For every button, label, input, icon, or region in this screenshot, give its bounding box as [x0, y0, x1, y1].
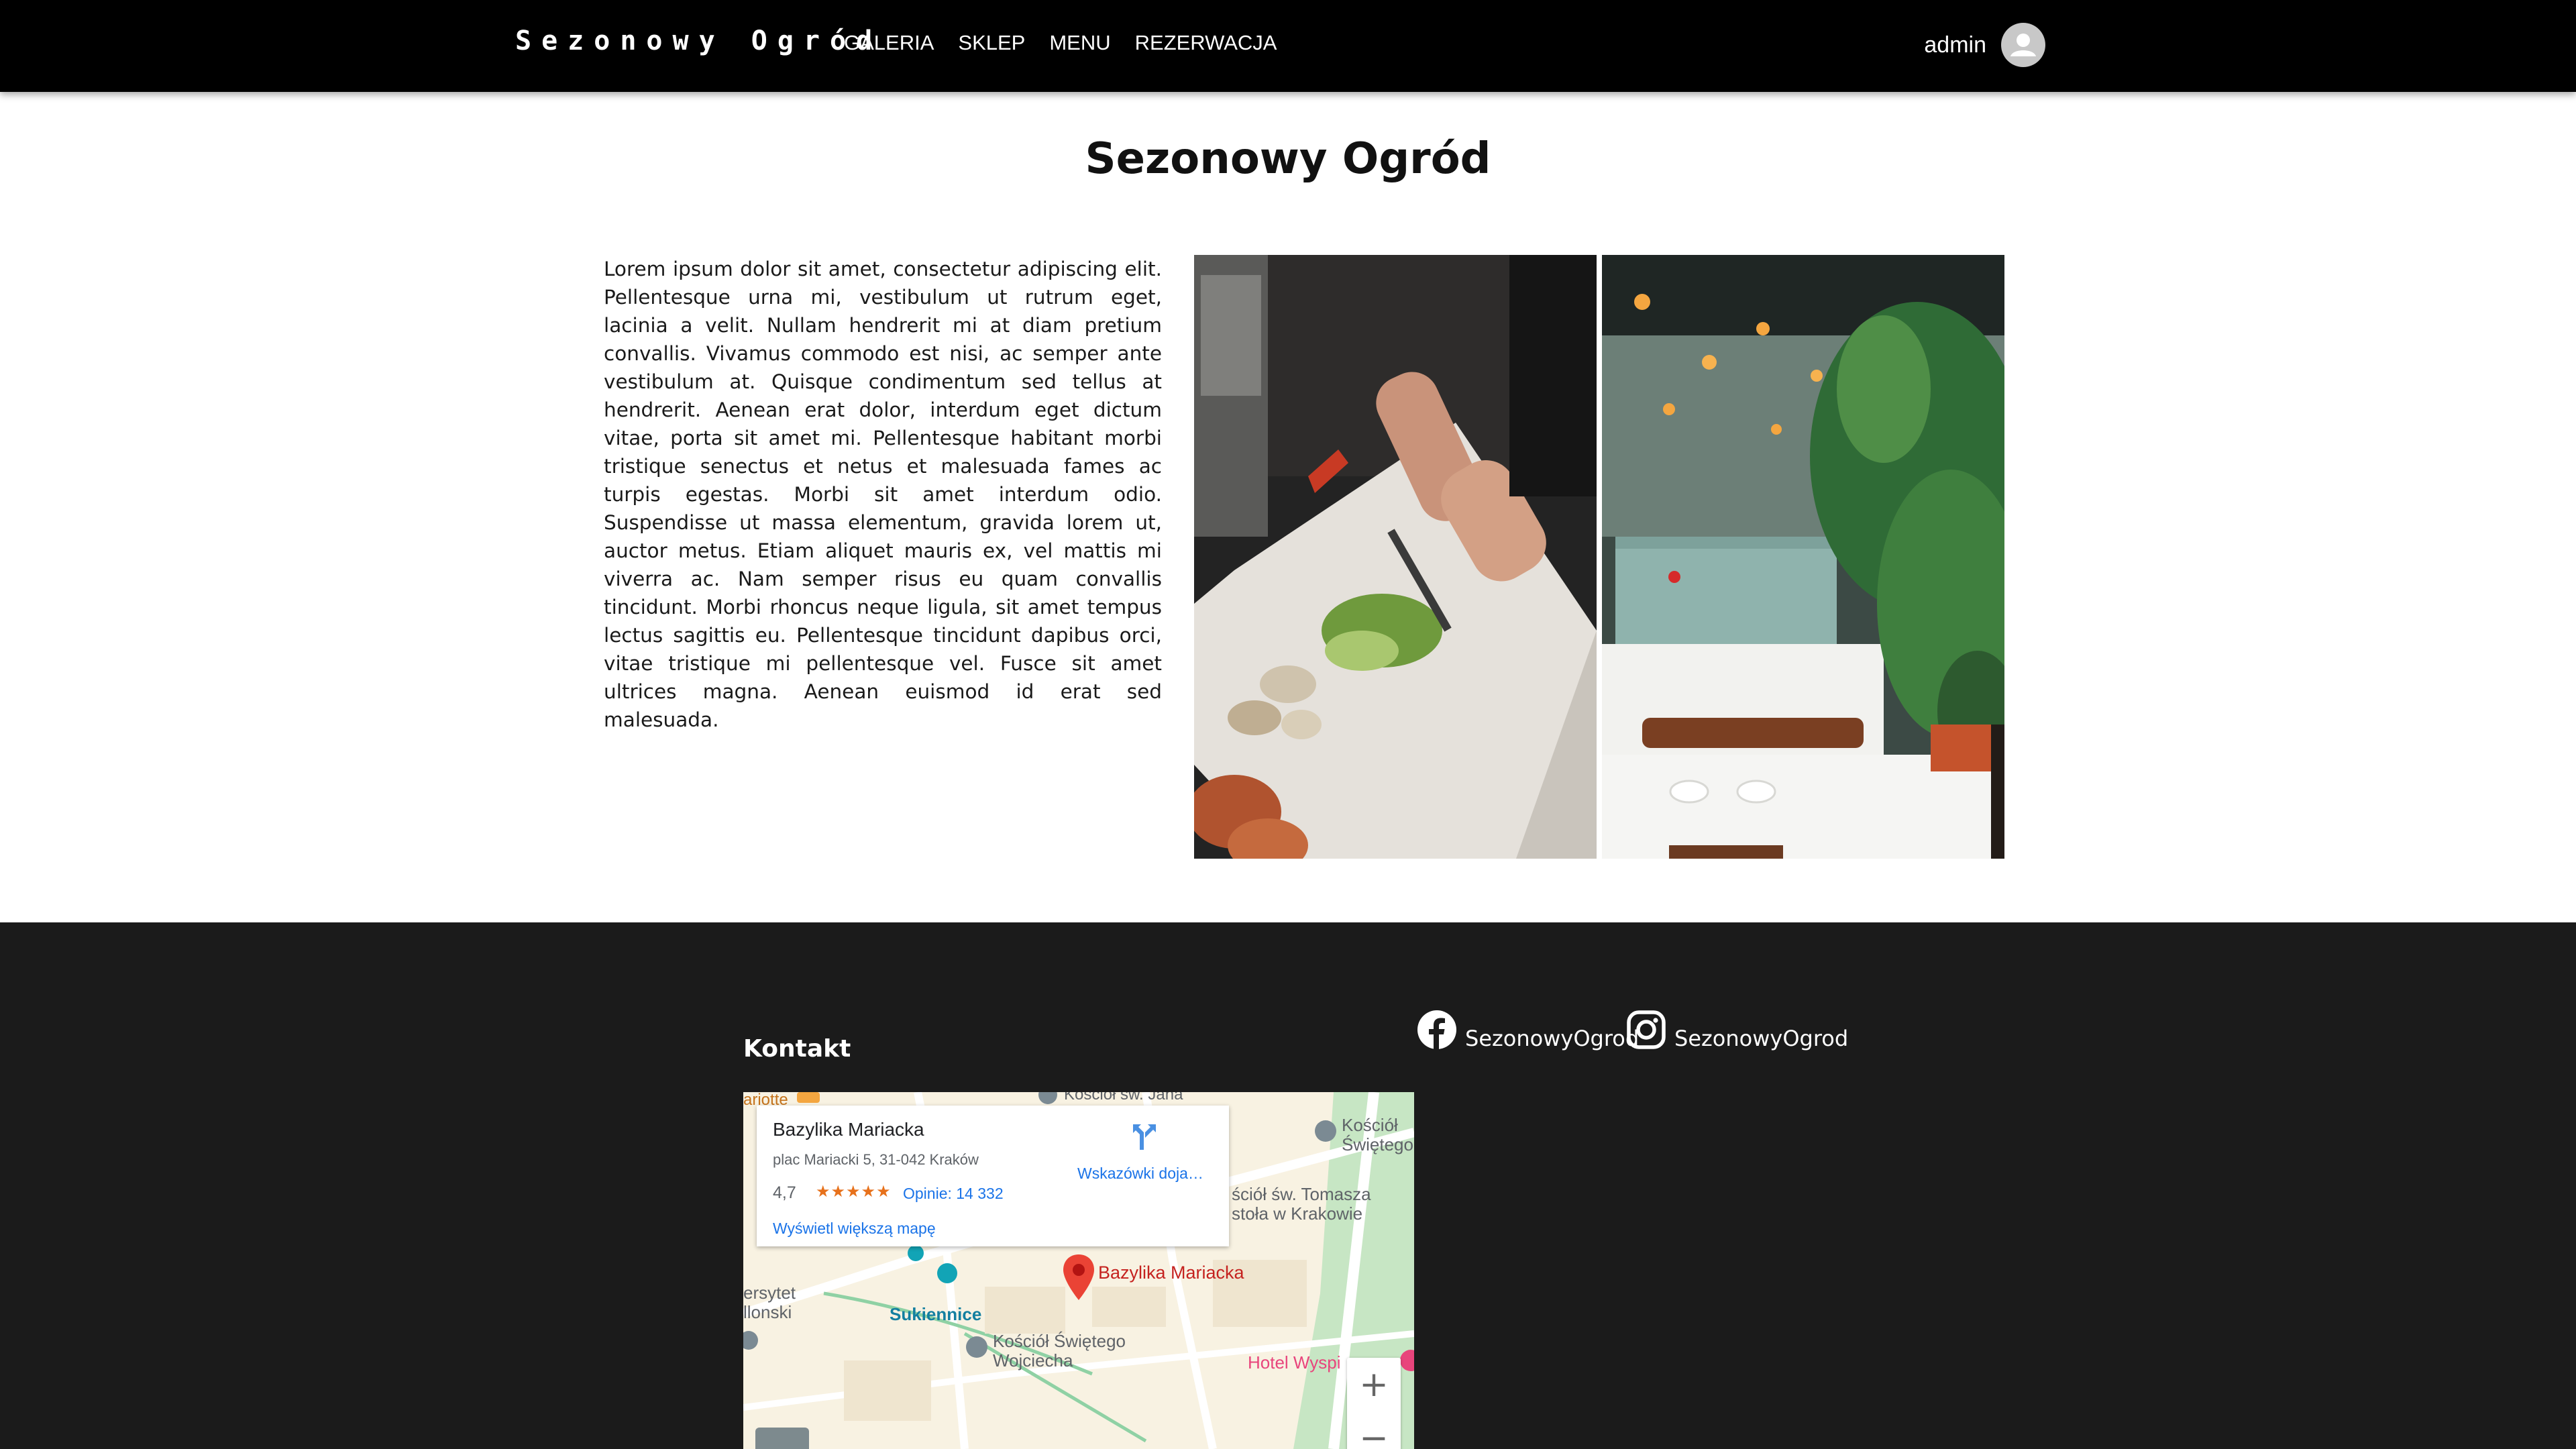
map-pin-label: Bazylika Mariacka: [1098, 1263, 1244, 1283]
user-menu[interactable]: admin: [1924, 23, 2045, 67]
map-label-tomasza-2: stoła w Krakowie: [1232, 1203, 1363, 1224]
map-zoom-out-button[interactable]: −: [1347, 1411, 1401, 1449]
map-larger-link[interactable]: Wyświetl większą mapę: [773, 1220, 936, 1238]
nav-link-galeria[interactable]: GALERIA: [844, 31, 934, 55]
map-label-kosciol-2: Świętego: [1342, 1134, 1413, 1155]
map-reviews-link[interactable]: Opinie: 14 332: [903, 1185, 1004, 1203]
intro-paragraph: Lorem ipsum dolor sit amet, consectetur …: [604, 258, 1162, 731]
directions-icon[interactable]: [1129, 1122, 1160, 1156]
footer: Kontakt SezonowyOgrod SezonowyOgrod Bazy…: [0, 922, 2576, 1449]
map-address: plac Mariacki 5, 31-042 Kraków: [773, 1151, 979, 1168]
nav-link-rezerwacja[interactable]: REZERWACJA: [1135, 31, 1277, 55]
map-directions-link[interactable]: Wskazówki doja…: [1077, 1165, 1203, 1183]
instagram-handle[interactable]: SezonowyOgrod: [1674, 1026, 1848, 1053]
user-name[interactable]: admin: [1924, 32, 1986, 58]
contact-heading: Kontakt: [743, 1035, 851, 1063]
instagram-link[interactable]: SezonowyOgrod: [1626, 1010, 1848, 1053]
map-info-card: Bazylika Mariacka plac Mariacki 5, 31-04…: [757, 1106, 1229, 1246]
map-pin-icon[interactable]: [1061, 1253, 1096, 1304]
chef-cutting-photo: [1194, 255, 1597, 859]
facebook-icon: [1417, 1010, 1457, 1053]
map-label-kosciol-1: Kościół: [1342, 1115, 1398, 1135]
map-label-kosciol-jana: Kościół św. Jana: [1064, 1092, 1183, 1104]
map-place-name: Bazylika Mariacka: [773, 1119, 924, 1140]
map-zoom-in-button[interactable]: +: [1347, 1358, 1401, 1411]
page-title: Sezonowy Ogród: [1085, 134, 1491, 184]
map-label-tomasza-1: ściół św. Tomasza: [1232, 1184, 1371, 1204]
map-zoom-controls: + −: [1347, 1358, 1401, 1449]
map-rating: 4,7: [773, 1183, 796, 1202]
instagram-icon: [1626, 1010, 1666, 1053]
map-label-hotel: Hotel Wyspi: [1248, 1352, 1341, 1373]
navbar: Sezonowy Ogród GALERIA SKLEP MENU REZERW…: [0, 0, 2576, 92]
nav-link-menu[interactable]: MENU: [1049, 31, 1110, 55]
map-label-uni-1: ersytet: [743, 1283, 796, 1303]
nav-links: GALERIA SKLEP MENU REZERWACJA: [844, 31, 1277, 55]
map-label-uni-2: llonski: [743, 1302, 792, 1322]
embedded-map[interactable]: Bazylika Mariacka Sukiennice Kościół Świ…: [743, 1092, 1414, 1449]
facebook-link[interactable]: SezonowyOgrod: [1417, 1010, 1639, 1053]
nav-link-sklep[interactable]: SKLEP: [958, 31, 1025, 55]
user-avatar-icon[interactable]: [2001, 23, 2045, 67]
map-rating-stars: ★★★★★: [816, 1183, 892, 1201]
facebook-handle[interactable]: SezonowyOgrod: [1465, 1026, 1639, 1053]
map-label-wojciech-2: Wojciecha: [993, 1350, 1073, 1371]
restaurant-interior-photo: [1602, 255, 2004, 859]
brand-logo[interactable]: Sezonowy Ogród: [515, 25, 882, 56]
map-label-sukiennice: Sukiennice: [890, 1304, 982, 1324]
map-label-wojciech-1: Kościół Świętego: [993, 1331, 1126, 1351]
